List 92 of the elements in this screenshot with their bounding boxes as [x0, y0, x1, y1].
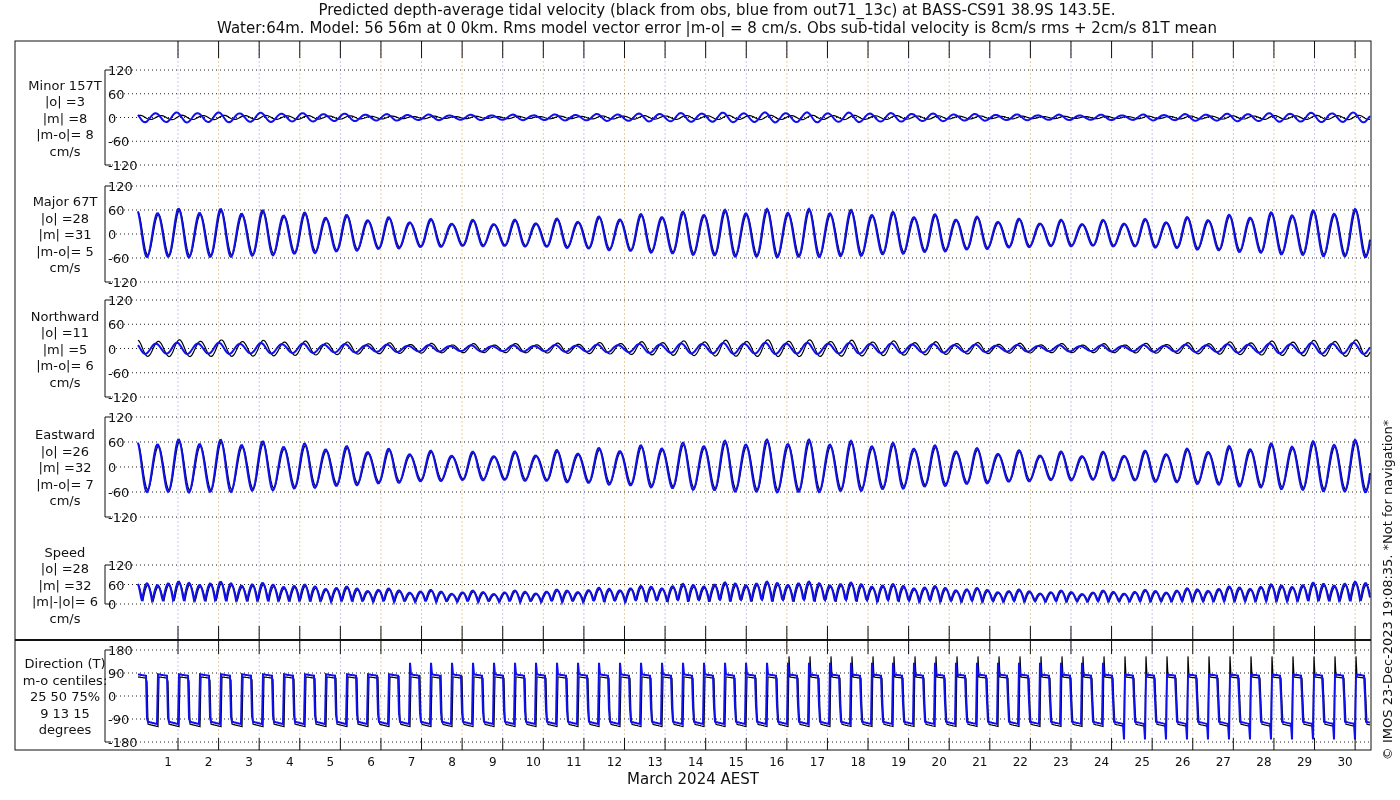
y-tick-label: 60	[108, 435, 125, 450]
x-axis-label: March 2024 AEST	[627, 770, 759, 788]
panel-label: Direction (T)	[24, 656, 106, 671]
x-tick-label: 29	[1296, 755, 1313, 769]
panel-label: |o| =26	[40, 443, 90, 459]
y-tick-label: -90	[108, 712, 130, 727]
y-tick-label: 60	[108, 577, 125, 593]
panel-label: 25 50 75%	[29, 689, 101, 704]
x-tick-label: 22	[1012, 755, 1029, 769]
x-tick-label: 1	[164, 755, 172, 769]
x-tick-label: 8	[448, 755, 456, 769]
panel-label: |m-o|= 8	[36, 127, 94, 142]
y-tick-label: 120	[108, 410, 133, 425]
y-tick-label: 60	[108, 86, 125, 102]
x-tick-label: 3	[245, 755, 253, 769]
panel-label: |m|-|o|= 6	[31, 594, 99, 609]
panel-label: |o| =28	[40, 561, 90, 576]
y-tick-label: 60	[108, 317, 125, 333]
panel-label: cm/s	[49, 374, 81, 390]
x-tick-label: 28	[1256, 755, 1272, 769]
x-tick-label: 17	[809, 755, 826, 769]
panel-label: Speed	[44, 544, 86, 560]
x-tick-label: 25	[1134, 755, 1150, 769]
panel-label: |m| =31	[38, 227, 92, 242]
panel-label: cm/s	[49, 493, 81, 508]
y-tick-label: -120	[108, 510, 138, 525]
panel-label: degrees	[38, 722, 92, 737]
y-tick-label: 90	[108, 666, 125, 681]
panel-label: |m| =32	[38, 460, 92, 475]
x-tick-label: 12	[606, 755, 623, 769]
y-tick-label: 0	[108, 689, 117, 704]
y-tick-label: 0	[108, 460, 117, 475]
copyright-notice: © IMOS 23-Dec-2023 19:08:35. *Not for navigation*	[1380, 419, 1395, 761]
y-tick-label: -120	[108, 158, 138, 173]
x-tick-label: 11	[566, 755, 582, 769]
y-tick-label: -180	[108, 735, 138, 750]
y-tick-label: 120	[108, 293, 133, 308]
x-tick-label: 13	[647, 755, 663, 769]
y-tick-label: 0	[108, 341, 117, 357]
x-tick-label: 27	[1215, 755, 1231, 769]
x-tick-label: 15	[728, 755, 744, 769]
panel-label: |o| =3	[45, 94, 85, 109]
y-tick-label: 120	[108, 63, 133, 78]
y-tick-label: 180	[108, 643, 133, 658]
y-tick-label: 60	[108, 203, 125, 218]
panel-label: cm/s	[49, 143, 81, 159]
y-tick-label: -120	[108, 390, 138, 405]
panel-label: Minor 157T	[28, 77, 102, 93]
panel-label: |m| =5	[42, 341, 88, 357]
panel-label: |m| =8	[42, 110, 88, 126]
panel-label: Northward	[30, 308, 100, 324]
panel-label: 9 13 15	[40, 705, 90, 721]
panel-label: |m-o|= 7	[36, 476, 94, 492]
y-tick-label: -60	[108, 485, 130, 500]
panel-label: |o| =11	[40, 325, 90, 340]
x-tick-label: 6	[367, 755, 375, 769]
y-tick-label: -60	[108, 134, 130, 150]
x-tick-label: 4	[285, 755, 294, 769]
x-tick-label: 20	[931, 755, 947, 769]
x-tick-label: 24	[1093, 755, 1110, 769]
y-tick-label: 120	[108, 558, 133, 573]
panel-label: |m-o|= 5	[36, 243, 94, 259]
x-tick-label: 18	[850, 755, 866, 769]
x-tick-label: 26	[1175, 755, 1191, 769]
x-tick-label: 9	[488, 755, 497, 769]
chart-title: Predicted depth-average tidal velocity (black from obs, blue from out71_13c) at BASS-CS91 38.9S 143.5E.	[318, 1, 1116, 19]
x-tick-label: 23	[1053, 755, 1069, 769]
y-tick-label: -60	[108, 365, 130, 381]
panel-label: cm/s	[49, 260, 81, 275]
panel-label: cm/s	[49, 610, 81, 626]
y-tick-label: 0	[108, 597, 117, 612]
x-tick-label: 16	[769, 755, 785, 769]
x-tick-label: 10	[525, 755, 541, 769]
x-tick-label: 21	[972, 755, 988, 769]
panel-label: m-o centiles:	[22, 672, 108, 688]
x-tick-label: 19	[891, 755, 907, 769]
panel-label: |m| =32	[38, 577, 92, 593]
panel-label: |m-o|= 6	[36, 358, 94, 373]
y-tick-label: 0	[108, 110, 117, 126]
x-tick-label: 2	[204, 755, 213, 769]
y-tick-label: 120	[108, 179, 133, 194]
panel-label: |o| =28	[40, 210, 90, 226]
x-tick-label: 14	[688, 755, 704, 769]
chart-title: Water:64m. Model: 56 56m at 0 0km. Rms model vector error |m-o| = 8 cm/s. Obs sub-tidal velocity is 8cm/s rms + 2cm/s 81T mean	[217, 19, 1217, 37]
y-tick-label: -120	[108, 275, 138, 290]
panel-label: Major 67T	[32, 194, 98, 209]
y-tick-label: 0	[108, 227, 117, 242]
y-tick-label: -60	[108, 251, 130, 266]
x-tick-label: 30	[1337, 755, 1353, 769]
panel-label: Eastward	[35, 427, 95, 442]
x-tick-label: 7	[407, 755, 416, 769]
x-tick-label: 5	[326, 755, 335, 769]
